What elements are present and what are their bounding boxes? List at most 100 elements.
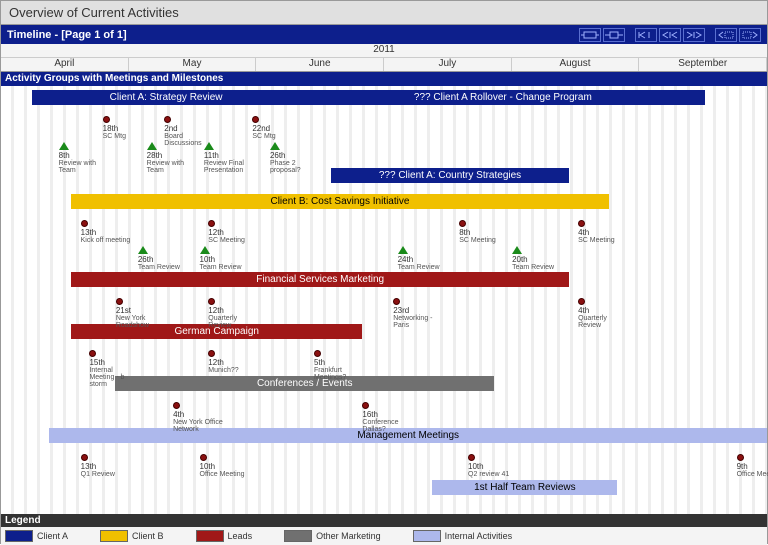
triangle-icon <box>204 142 214 150</box>
scroll-prev-icon[interactable] <box>659 28 681 42</box>
legend-header: Legend <box>1 514 767 527</box>
gantt-chart: Client A: Strategy Review??? Client A Ro… <box>1 86 767 514</box>
milestone-label: SC Mtg <box>252 133 302 140</box>
scroll-first-icon[interactable] <box>635 28 657 42</box>
milestone[interactable]: 18thSC Mtg <box>103 116 143 140</box>
milestone-label: Office Meeting <box>200 471 250 478</box>
milestone-date: 8th <box>59 151 70 160</box>
milestone[interactable]: 11thReview Final Presentation <box>204 142 244 174</box>
toolbar-icons <box>579 28 761 42</box>
milestone-date: 9th <box>737 462 748 471</box>
milestone-label: Office Meeting <box>737 471 768 478</box>
triangle-icon <box>147 142 157 150</box>
activity-bar[interactable]: ??? Client A Rollover - Change Program <box>300 90 705 105</box>
milestone[interactable]: 10thTeam Review <box>200 246 240 271</box>
dot-icon <box>116 298 123 305</box>
milestone-label: SC Meeting <box>208 237 258 244</box>
dot-icon <box>737 454 744 461</box>
milestone-label: Munich?? <box>208 367 258 374</box>
milestone-date: 28th <box>147 151 163 160</box>
milestone[interactable]: 23rdNetworking - Paris <box>393 298 433 329</box>
milestone-label: Frankfurt Meetings? <box>314 367 364 381</box>
legend-label: Leads <box>228 531 253 541</box>
milestone[interactable]: 8thReview with Team <box>59 142 99 174</box>
milestone[interactable]: 10thQ2 review 41 <box>468 454 508 478</box>
milestone-date: 13th <box>81 462 97 471</box>
milestone[interactable]: 8thSC Meeting <box>459 220 499 244</box>
zoom-in-icon[interactable] <box>603 28 625 42</box>
dot-icon <box>468 454 475 461</box>
milestone[interactable]: 16thConference Dallas? <box>362 402 402 433</box>
milestone-label: Team Review <box>138 264 188 271</box>
milestone[interactable]: 4thQuarterly Review <box>578 298 618 329</box>
dot-icon <box>362 402 369 409</box>
milestone-date: 26th <box>138 255 154 264</box>
legend: Client AClient BLeadsOther MarketingInte… <box>1 527 767 545</box>
milestone-label: Kick off meeting <box>81 237 131 244</box>
month-label: May <box>129 58 257 71</box>
milestone[interactable]: 13thKick off meeting <box>81 220 121 244</box>
year-label: 2011 <box>1 44 767 58</box>
milestone[interactable]: 13thQ1 Review <box>81 454 121 478</box>
milestone[interactable]: 26thPhase 2 proposal? <box>270 142 310 174</box>
milestone-label: SC Mtg <box>103 133 153 140</box>
milestone-label: Review Final Presentation <box>204 160 254 174</box>
dot-icon <box>208 298 215 305</box>
milestone[interactable]: 15thInternal Meeting - b storm <box>89 350 129 388</box>
dot-icon <box>459 220 466 227</box>
milestone[interactable]: 10thOffice Meeting <box>200 454 240 478</box>
milestone-label: Review with Team <box>147 160 197 174</box>
milestone-label: New York Roadshow <box>116 315 166 329</box>
milestone-label: Internal Meeting - b storm <box>89 367 139 388</box>
milestone[interactable]: 12thQuarterly Review <box>208 298 248 329</box>
page-next-icon[interactable] <box>739 28 761 42</box>
milestone[interactable]: 5thFrankfurt Meetings? <box>314 350 354 381</box>
dot-icon <box>200 454 207 461</box>
dot-icon <box>578 220 585 227</box>
month-label: April <box>1 58 129 71</box>
milestone-date: 20th <box>512 255 528 264</box>
milestone-date: 26th <box>270 151 286 160</box>
activity-bar[interactable]: 1st Half Team Reviews <box>432 480 617 495</box>
milestone[interactable]: 24thTeam Review <box>398 246 438 271</box>
milestone[interactable]: 4thSC Meeting <box>578 220 618 244</box>
milestone[interactable]: 4thNew York Office Network <box>173 402 213 433</box>
month-label: August <box>512 58 640 71</box>
milestone-label: Conference Dallas? <box>362 419 412 433</box>
milestone[interactable]: 12thSC Meeting <box>208 220 248 244</box>
page-prev-icon[interactable] <box>715 28 737 42</box>
activity-bar[interactable]: Financial Services Marketing <box>71 272 568 287</box>
legend-swatch <box>100 530 128 542</box>
milestone-date: 10th <box>200 255 216 264</box>
dot-icon <box>578 298 585 305</box>
activity-bar[interactable]: Conferences / Events <box>115 376 494 391</box>
milestone-label: Networking - Paris <box>393 315 443 329</box>
milestone-date: 10th <box>468 462 484 471</box>
scroll-next-icon[interactable] <box>683 28 705 42</box>
milestone[interactable]: 22ndSC Mtg <box>252 116 292 140</box>
milestone[interactable]: 12thMunich?? <box>208 350 248 374</box>
milestone[interactable]: 28thReview with Team <box>147 142 187 174</box>
milestone[interactable]: 21stNew York Roadshow <box>116 298 156 329</box>
milestone-label: SC Meeting <box>459 237 509 244</box>
milestone-date: 4th <box>173 410 184 419</box>
milestone-label: SC Meeting <box>578 237 628 244</box>
milestone-date: 18th <box>103 124 119 133</box>
milestone-date: 4th <box>578 228 589 237</box>
milestone-date: 10th <box>200 462 216 471</box>
milestone-date: 4th <box>578 306 589 315</box>
milestone-label: Phase 2 proposal? <box>270 160 320 174</box>
activity-bar[interactable]: Client B: Cost Savings Initiative <box>71 194 608 209</box>
milestone-label: Review with Team <box>59 160 109 174</box>
dot-icon <box>103 116 110 123</box>
milestone-date: 8th <box>459 228 470 237</box>
milestone[interactable]: 20thTeam Review <box>512 246 552 271</box>
activity-bar[interactable]: Client A: Strategy Review <box>32 90 301 105</box>
dot-icon <box>89 350 96 357</box>
legend-swatch <box>413 530 441 542</box>
activity-bar[interactable]: ??? Client A: Country Strategies <box>331 168 569 183</box>
milestone[interactable]: 26thTeam Review <box>138 246 178 271</box>
milestone[interactable]: 9thOffice Meeting <box>737 454 768 478</box>
zoom-out-icon[interactable] <box>579 28 601 42</box>
milestone-date: 22nd <box>252 124 270 133</box>
